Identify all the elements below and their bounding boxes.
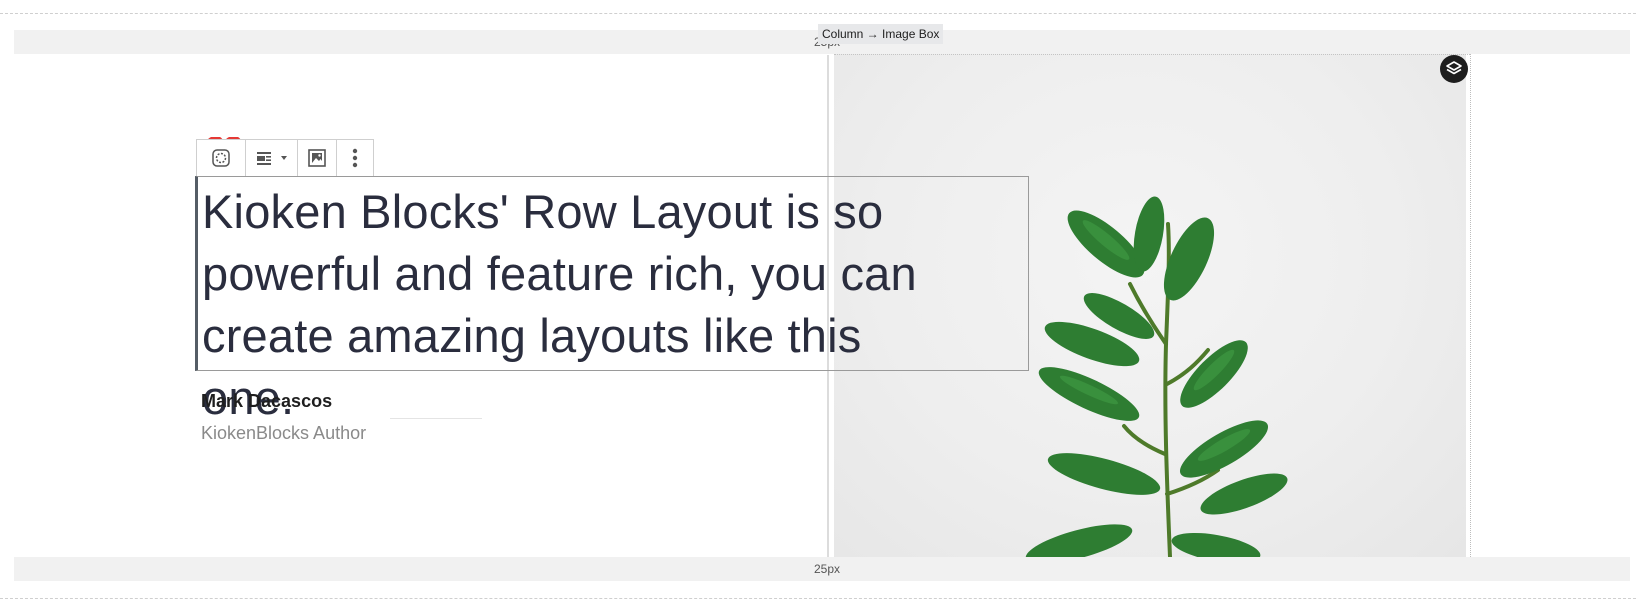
align-dropdown-button[interactable] [246,140,299,176]
change-image-button[interactable] [298,140,338,176]
block-type-icon [212,149,230,167]
outer-top-border [0,13,1636,14]
block-breadcrumb[interactable]: Column → Image Box [818,24,944,44]
author-role[interactable]: KiokenBlocks Author [201,423,366,444]
more-options-button[interactable] [337,140,373,176]
layers-icon [1446,61,1462,75]
block-toolbar [196,139,374,177]
image-box-top-edge [834,54,1470,55]
layers-button[interactable] [1440,55,1468,83]
outer-bottom-border [0,598,1636,599]
align-left-icon [256,152,287,165]
image-icon [308,149,327,167]
spacer-bottom[interactable]: 25px [14,557,1630,581]
image-box-right-edge [1470,54,1471,557]
author-name[interactable]: Mark Dacascos [201,391,332,412]
block-type-button[interactable] [197,140,246,176]
spacer-bottom-label: 25px [814,562,841,576]
author-divider [390,418,482,419]
more-vertical-icon [352,148,358,168]
chevron-down-icon [280,156,287,160]
